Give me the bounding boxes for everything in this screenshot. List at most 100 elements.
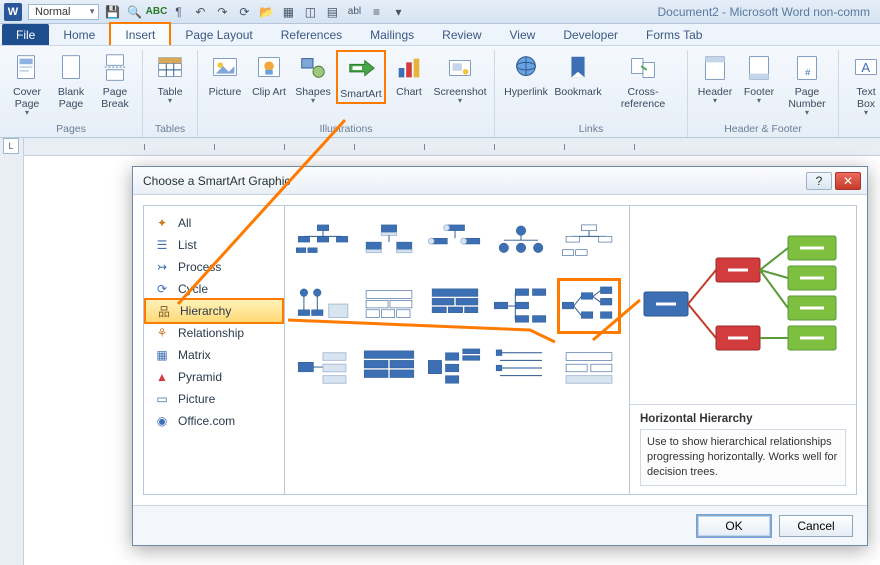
category-list[interactable]: ☰List [144,234,284,256]
smartart-button[interactable]: SmartArt [336,50,386,104]
cover-page-icon [11,52,43,84]
tab-selector[interactable]: L [3,138,19,154]
open-icon[interactable]: 📂 [257,3,275,21]
group-header-footer: Header Footer #Page Number Header & Foot… [688,50,839,137]
tab-file[interactable]: File [2,24,49,45]
chart-icon [393,52,425,84]
category-officecom[interactable]: ◉Office.com [144,410,284,432]
vertical-ruler [0,138,24,565]
qat-customize-icon[interactable]: ▾ [389,3,407,21]
clip-art-icon [253,52,285,84]
shapes-button[interactable]: Shapes [292,50,334,104]
blank-page-button[interactable]: Blank Page [50,50,92,116]
smartart-gallery [285,205,629,495]
side-by-side-icon[interactable]: ◫ [301,3,319,21]
chart-button[interactable]: Chart [388,50,430,104]
tab-home[interactable]: Home [49,24,109,45]
thumb-circle-picture-hierarchy[interactable] [491,216,551,272]
preview-canvas [630,206,856,404]
tab-references[interactable]: References [267,24,356,45]
thumb-org-chart[interactable] [293,216,353,272]
category-matrix[interactable]: ▦Matrix [144,344,284,366]
smartart-dialog: Choose a SmartArt Graphic ? ✕ ✦All ☰List… [132,166,868,546]
thumb-lined-list[interactable] [491,340,551,396]
ok-button[interactable]: OK [697,515,771,537]
save-icon[interactable]: 💾 [103,3,121,21]
thumb-horizontal-hierarchy[interactable] [557,278,621,334]
page-number-button[interactable]: #Page Number [782,50,832,116]
thumb-hierarchy[interactable] [557,216,621,272]
category-relationship[interactable]: ⚘Relationship [144,322,284,344]
category-picture[interactable]: ▭Picture [144,388,284,410]
category-all[interactable]: ✦All [144,212,284,234]
category-hierarchy[interactable]: 品Hierarchy [144,298,284,324]
clip-art-button[interactable]: Clip Art [248,50,290,104]
tab-developer[interactable]: Developer [549,24,632,45]
group-text: AText Box [839,50,880,137]
style-selector[interactable]: Normal [28,4,99,20]
thumb-horizontal-org-chart[interactable] [491,278,551,334]
dialog-title: Choose a SmartArt Graphic [143,174,290,188]
group-label-links: Links [579,123,604,137]
blank-page-icon [55,52,87,84]
group-label-illustrations: Illustrations [319,123,372,137]
cancel-button[interactable]: Cancel [779,515,853,537]
thumb-horizontal-multi-level[interactable] [359,340,419,396]
group-pages: Cover Page Blank Page Page Break Pages [0,50,143,137]
cross-reference-button[interactable]: Cross-reference [605,50,681,110]
print-preview-icon[interactable]: 🔍 [125,3,143,21]
relationship-icon: ⚘ [154,326,170,340]
redo-icon[interactable]: ↷ [213,3,231,21]
thumb-architecture-layout[interactable] [557,340,621,396]
tab-review[interactable]: Review [428,24,495,45]
cover-page-button[interactable]: Cover Page [6,50,48,116]
group-illustrations: Picture Clip Art Shapes SmartArt Chart S… [198,50,495,137]
tab-page-layout[interactable]: Page Layout [171,24,266,45]
text-label-icon[interactable]: abl [345,3,363,21]
hyperlink-icon [510,52,542,84]
text-box-button[interactable]: AText Box [845,50,880,116]
thumb-labeled-hierarchy[interactable] [293,278,353,334]
group-label-pages: Pages [56,123,86,137]
tab-mailings[interactable]: Mailings [356,24,428,45]
category-pyramid[interactable]: ▲Pyramid [144,366,284,388]
horizontal-ruler [24,138,880,156]
close-button[interactable]: ✕ [835,172,861,190]
dialog-titlebar: Choose a SmartArt Graphic ? ✕ [133,167,867,195]
paragraph-marks-icon[interactable]: ¶ [169,3,187,21]
bookmark-button[interactable]: Bookmark [553,50,603,110]
align-icon[interactable]: ≡ [367,3,385,21]
tab-insert[interactable]: Insert [109,22,171,45]
macros-icon[interactable]: ▦ [279,3,297,21]
officecom-icon: ◉ [154,414,170,428]
refresh-icon[interactable]: ⟳ [235,3,253,21]
screenshot-button[interactable]: Screenshot [432,50,488,104]
thumb-half-circle-org[interactable] [425,216,485,272]
page-break-button[interactable]: Page Break [94,50,136,116]
thumb-hierarchy-list[interactable] [425,278,485,334]
properties-icon[interactable]: ▤ [323,3,341,21]
help-button[interactable]: ? [806,172,832,190]
hyperlink-button[interactable]: Hyperlink [501,50,551,110]
bookmark-icon [562,52,594,84]
tab-forms[interactable]: Forms Tab [632,24,716,45]
table-button[interactable]: Table [149,50,191,104]
thumb-block-hierarchy[interactable] [425,340,485,396]
process-icon: ↣ [154,260,170,274]
thumb-horizontal-labeled[interactable] [293,340,353,396]
header-button[interactable]: Header [694,50,736,116]
category-cycle[interactable]: ⟳Cycle [144,278,284,300]
category-process[interactable]: ↣Process [144,256,284,278]
thumb-table-hierarchy[interactable] [359,278,419,334]
tab-view[interactable]: View [496,24,550,45]
spellcheck-icon[interactable]: ABC [147,3,165,21]
cross-reference-icon [627,52,659,84]
preview-pane: Horizontal Hierarchy Use to show hierarc… [629,205,857,495]
thumb-name-title-org[interactable] [359,216,419,272]
group-tables: Table Tables [143,50,198,137]
undo-icon[interactable]: ↶ [191,3,209,21]
picture-button[interactable]: Picture [204,50,246,104]
word-app-icon[interactable]: W [4,3,22,21]
group-links: Hyperlink Bookmark Cross-reference Links [495,50,688,137]
footer-button[interactable]: Footer [738,50,780,116]
